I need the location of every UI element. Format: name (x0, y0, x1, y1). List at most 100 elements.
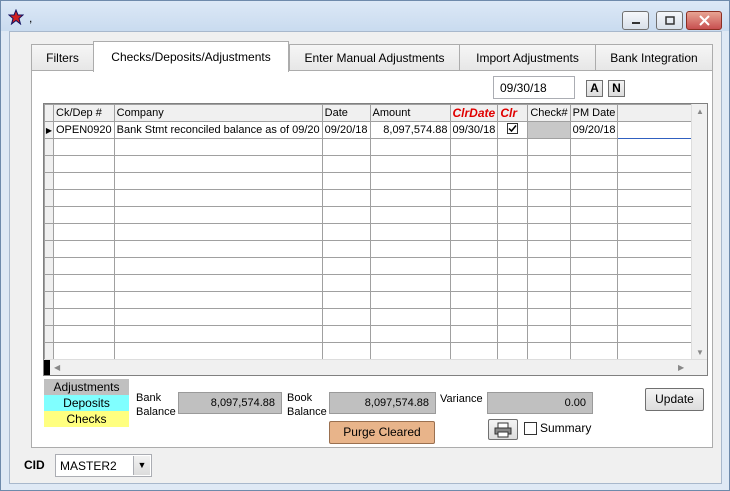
empty-cell[interactable] (497, 291, 529, 309)
minimize-button[interactable] (622, 11, 649, 30)
empty-cell[interactable] (53, 138, 115, 156)
empty-cell[interactable] (527, 206, 571, 224)
table-row-empty[interactable] (44, 291, 703, 309)
empty-cell[interactable] (113, 257, 323, 275)
col-header-clr[interactable]: Clr (497, 104, 529, 122)
scroll-left-icon[interactable]: ◀ (54, 363, 60, 372)
empty-cell[interactable] (569, 223, 619, 241)
empty-cell[interactable] (617, 325, 703, 343)
empty-cell[interactable] (321, 138, 371, 156)
table-row-empty[interactable] (44, 325, 703, 343)
empty-cell[interactable] (53, 325, 115, 343)
cell-company[interactable]: Bank Stmt reconciled balance as of 09/20 (113, 121, 323, 139)
empty-cell[interactable] (449, 274, 499, 292)
empty-cell[interactable] (569, 342, 619, 360)
empty-cell[interactable] (527, 308, 571, 326)
empty-cell[interactable] (617, 223, 703, 241)
empty-cell[interactable] (497, 257, 529, 275)
empty-cell[interactable] (527, 342, 571, 360)
tab-filters[interactable]: Filters (31, 44, 94, 71)
empty-cell[interactable] (321, 155, 371, 173)
cid-select[interactable]: MASTER2 ▼ (55, 454, 152, 477)
empty-cell[interactable] (53, 155, 115, 173)
scroll-right-icon[interactable]: ▶ (678, 363, 684, 372)
empty-cell[interactable] (497, 206, 529, 224)
empty-cell[interactable] (449, 155, 499, 173)
update-button[interactable]: Update (645, 388, 704, 411)
empty-cell[interactable] (113, 223, 323, 241)
empty-cell[interactable] (369, 206, 451, 224)
table-row-empty[interactable] (44, 274, 703, 292)
empty-cell[interactable] (449, 291, 499, 309)
empty-cell[interactable] (321, 240, 371, 258)
empty-cell[interactable] (53, 274, 115, 292)
empty-cell[interactable] (617, 342, 703, 360)
cell-clr-checkbox[interactable] (497, 121, 529, 139)
empty-cell[interactable] (497, 155, 529, 173)
empty-cell[interactable] (321, 274, 371, 292)
empty-cell[interactable] (53, 189, 115, 207)
cell-check-no[interactable] (527, 121, 571, 139)
empty-cell[interactable] (527, 291, 571, 309)
table-row-empty[interactable] (44, 206, 703, 224)
print-button[interactable] (488, 419, 518, 440)
empty-cell[interactable] (569, 257, 619, 275)
empty-cell[interactable] (527, 172, 571, 190)
col-header-amount[interactable]: Amount (369, 104, 451, 122)
table-row-empty[interactable] (44, 257, 703, 275)
empty-cell[interactable] (53, 206, 115, 224)
empty-cell[interactable] (113, 155, 323, 173)
empty-cell[interactable] (527, 257, 571, 275)
n-button[interactable]: N (608, 80, 625, 97)
empty-cell[interactable] (113, 189, 323, 207)
empty-cell[interactable] (569, 189, 619, 207)
empty-cell[interactable] (53, 291, 115, 309)
transactions-grid[interactable]: Ck/Dep # Company Date Amount ClrDate Clr… (43, 103, 708, 376)
empty-cell[interactable] (527, 155, 571, 173)
close-button[interactable] (686, 11, 722, 30)
empty-cell[interactable] (449, 172, 499, 190)
cell-clrdate[interactable]: 09/30/18 (449, 121, 499, 139)
table-row-empty[interactable] (44, 155, 703, 173)
empty-cell[interactable] (497, 189, 529, 207)
empty-cell[interactable] (369, 189, 451, 207)
empty-cell[interactable] (617, 206, 703, 224)
cell-pm-date[interactable]: 09/20/18 (569, 121, 619, 139)
scroll-thumb[interactable] (44, 360, 50, 375)
empty-cell[interactable] (369, 274, 451, 292)
empty-cell[interactable] (497, 172, 529, 190)
empty-cell[interactable] (321, 257, 371, 275)
empty-cell[interactable] (369, 325, 451, 343)
vertical-scrollbar[interactable]: ▲ ▼ (691, 104, 707, 361)
empty-cell[interactable] (321, 308, 371, 326)
col-header-pm-date[interactable]: PM Date (569, 104, 619, 122)
empty-cell[interactable] (617, 274, 703, 292)
empty-cell[interactable] (497, 325, 529, 343)
empty-cell[interactable] (113, 325, 323, 343)
table-row-empty[interactable] (44, 172, 703, 190)
cell-date[interactable]: 09/20/18 (321, 121, 371, 139)
empty-cell[interactable] (527, 189, 571, 207)
empty-cell[interactable] (449, 206, 499, 224)
col-header-clrdate[interactable]: ClrDate (449, 104, 499, 122)
maximize-button[interactable] (656, 11, 683, 30)
tab-bank-integration[interactable]: Bank Integration (595, 44, 713, 71)
scroll-down-icon[interactable]: ▼ (696, 348, 704, 357)
empty-cell[interactable] (527, 325, 571, 343)
empty-cell[interactable] (321, 206, 371, 224)
empty-cell[interactable] (369, 223, 451, 241)
empty-cell[interactable] (369, 342, 451, 360)
empty-cell[interactable] (569, 172, 619, 190)
empty-cell[interactable] (53, 172, 115, 190)
empty-cell[interactable] (113, 206, 323, 224)
empty-cell[interactable] (53, 257, 115, 275)
empty-cell[interactable] (113, 274, 323, 292)
empty-cell[interactable] (617, 308, 703, 326)
empty-cell[interactable] (449, 308, 499, 326)
table-row-empty[interactable] (44, 308, 703, 326)
col-header-ck-dep[interactable]: Ck/Dep # (53, 104, 115, 122)
empty-cell[interactable] (617, 172, 703, 190)
empty-cell[interactable] (569, 325, 619, 343)
empty-cell[interactable] (449, 223, 499, 241)
empty-cell[interactable] (617, 240, 703, 258)
